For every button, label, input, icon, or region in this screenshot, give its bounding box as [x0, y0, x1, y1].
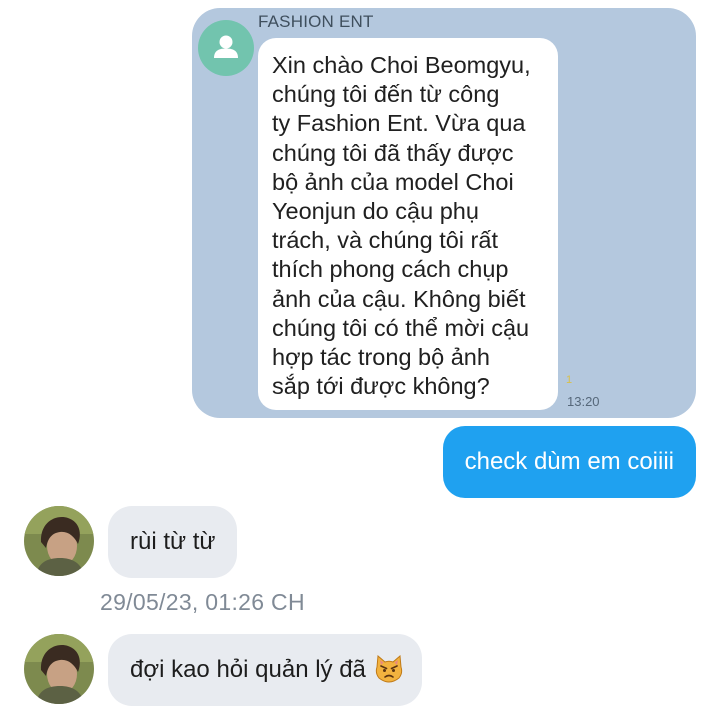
message-time: 13:20	[567, 394, 600, 409]
shared-message-bubble[interactable]: Xin chào Choi Beomgyu, chúng tôi đến từ …	[258, 38, 558, 410]
unread-count: 1	[566, 374, 573, 386]
sender-name: FASHION ENT	[258, 12, 374, 31]
message-timestamp: 29/05/23, 01:26 CH	[100, 589, 305, 615]
incoming-message-text: đợi kao hỏi quản lý đã	[130, 656, 366, 683]
shared-message-card[interactable]: FASHION ENT Xin chào Choi Beomgyu, chúng…	[192, 8, 696, 418]
person-icon	[198, 20, 254, 76]
shared-message-text: Xin chào Choi Beomgyu, chúng tôi đến từ …	[272, 52, 531, 400]
avatar[interactable]	[24, 634, 94, 704]
incoming-message-bubble[interactable]: đợi kao hỏi quản lý đã	[108, 634, 422, 706]
incoming-message-bubble[interactable]: rùi từ từ	[108, 506, 238, 578]
angry-cat-emoji-icon	[374, 654, 404, 683]
outgoing-message-bubble[interactable]: check dùm em coiiii	[442, 426, 696, 498]
avatar[interactable]	[24, 506, 94, 576]
